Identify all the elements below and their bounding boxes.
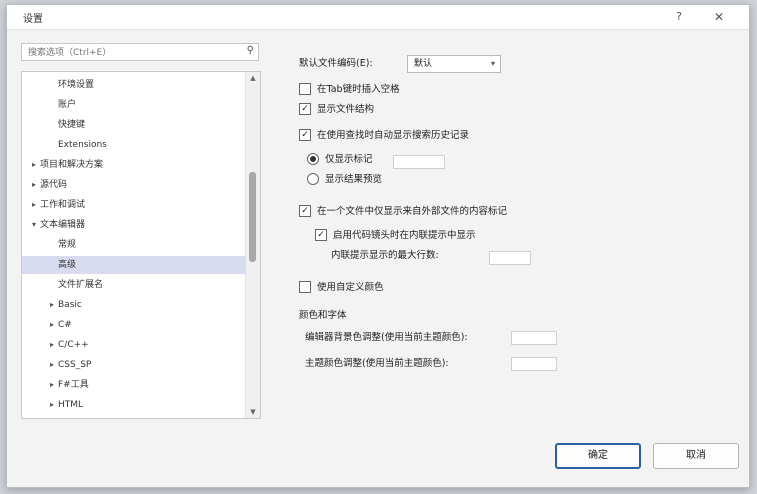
chevron-right-icon[interactable]: ▸ <box>46 396 58 414</box>
scroll-down-icon[interactable]: ▼ <box>246 406 260 418</box>
tree-item[interactable]: 常规 <box>22 236 260 254</box>
search-icon[interactable]: ⚲ <box>247 45 254 56</box>
tree-item[interactable]: ▸ 项目和解决方案 <box>22 156 250 174</box>
tree-item-label: 高级 <box>58 260 77 270</box>
markers-count-input[interactable] <box>393 155 445 169</box>
ok-button[interactable]: 确定 <box>555 443 641 469</box>
tree-item[interactable]: Extensions <box>22 136 260 154</box>
tree-item[interactable]: 高级 <box>22 256 260 274</box>
editor-bg-label: 编辑器背景色调整(使用当前主题颜色): <box>305 332 468 343</box>
tree-item-label: 工作和调试 <box>40 200 86 210</box>
tree-item-label: C# <box>58 320 72 330</box>
tree-item-label: 账户 <box>58 100 77 110</box>
tree-item[interactable]: ▸ F#工具 <box>22 376 260 394</box>
title-bar: 设置 ? ✕ <box>7 5 749 30</box>
tree-item-label: HTML <box>58 400 84 410</box>
scroll-up-icon[interactable]: ▲ <box>246 72 260 84</box>
tree-item[interactable]: ▸ 工作和调试 <box>22 196 250 214</box>
checkbox-file-structure[interactable]: ✓ <box>299 102 311 115</box>
tree-item-label: 常规 <box>58 240 77 250</box>
checkbox-inline-hints[interactable]: ✓ <box>315 228 327 241</box>
colors-group-title: 颜色和字体 <box>299 310 347 321</box>
checkbox-external-markers[interactable]: ✓ <box>299 204 311 217</box>
tree-item[interactable]: ▸ Basic <box>22 296 260 314</box>
checkbox-search-history[interactable]: ✓ <box>299 128 311 141</box>
chevron-right-icon[interactable]: ▸ <box>46 356 58 374</box>
theme-color-input[interactable] <box>511 357 557 371</box>
radio-preview[interactable]: 显示结果预览 <box>307 171 382 189</box>
encoding-select-value: 默认 <box>414 59 433 69</box>
tree-item[interactable]: ▸ CSS_SP <box>22 356 260 374</box>
chevron-right-icon[interactable]: ▸ <box>46 316 58 334</box>
tree-item-label: 文件扩展名 <box>58 280 104 290</box>
tree-item-label: Extensions <box>58 140 107 150</box>
inline-max-lines-input[interactable] <box>489 251 531 265</box>
tree-item-label: Basic <box>58 300 82 310</box>
search-input[interactable] <box>26 45 230 61</box>
radio-markers-only-button[interactable] <box>307 152 319 165</box>
inline-max-lines-label: 内联提示显示的最大行数: <box>331 250 439 261</box>
tree-item-label: 快捷键 <box>58 120 86 130</box>
tree-item-label: C/C++ <box>58 340 89 350</box>
theme-color-label: 主题颜色调整(使用当前主题颜色): <box>305 358 449 369</box>
tree-item[interactable]: 文件扩展名 <box>22 276 260 294</box>
radio-preview-button[interactable] <box>307 172 319 185</box>
checkbox-custom-colors[interactable] <box>299 280 311 293</box>
tree-item[interactable]: ▸ 源代码 <box>22 176 250 194</box>
tree-item-label: 环境设置 <box>58 80 95 90</box>
option-file-structure[interactable]: ✓ 显示文件结构 <box>299 101 374 119</box>
option-search-history[interactable]: ✓ 在使用查找时自动显示搜索历史记录 <box>299 127 469 145</box>
tree-item[interactable]: ▸ C# <box>22 316 260 334</box>
chevron-right-icon[interactable]: ▸ <box>46 336 58 354</box>
tree-item[interactable]: ▸ HTML <box>22 396 260 414</box>
tree-item[interactable]: 账户 <box>22 96 260 114</box>
option-custom-colors[interactable]: 使用自定义颜色 <box>299 279 384 297</box>
chevron-down-icon[interactable]: ▾ <box>28 216 40 234</box>
option-external-markers[interactable]: ✓ 在一个文件中仅显示来自外部文件的内容标记 <box>299 203 507 221</box>
chevron-right-icon[interactable]: ▸ <box>28 156 40 174</box>
tree-item-label: CSS_SP <box>58 360 92 370</box>
chevron-right-icon[interactable]: ▸ <box>28 196 40 214</box>
tree-item-label: 源代码 <box>40 180 68 190</box>
tree-scrollbar[interactable]: ▲ ▼ <box>245 72 260 418</box>
tree-item[interactable]: 快捷键 <box>22 116 260 134</box>
close-icon[interactable]: ✕ <box>705 8 733 26</box>
encoding-label: 默认文件编码(E): <box>299 58 373 69</box>
chevron-right-icon[interactable]: ▸ <box>46 296 58 314</box>
scroll-thumb[interactable] <box>249 172 256 262</box>
window-title: 设置 <box>23 14 43 25</box>
tree-item[interactable]: ▾ 文本编辑器 <box>22 216 250 234</box>
options-tree[interactable]: 环境设置 账户 快捷键 Extensions ▸ 项目和解决方案 ▸ 源代码 ▸ 工作和调试 ▾ 文本… <box>21 71 261 419</box>
radio-markers-only[interactable]: 仅显示标记 <box>307 151 373 169</box>
option-inline-hints[interactable]: ✓ 启用代码镜头时在内联提示中显示 <box>315 227 476 245</box>
tree-item[interactable]: ▸ C/C++ <box>22 336 260 354</box>
encoding-select[interactable]: 默认 ▾ <box>407 55 501 73</box>
option-tab-spaces[interactable]: 在Tab键时插入空格 <box>299 81 400 99</box>
tree-item-label: F#工具 <box>58 380 89 390</box>
checkbox-tab-spaces[interactable] <box>299 82 311 95</box>
chevron-down-icon: ▾ <box>490 59 495 68</box>
options-panel: 默认文件编码(E): 默认 ▾ 在Tab键时插入空格 ✓ 显示文件结构 ✓ 在使用查… <box>289 49 739 389</box>
tree-item-label: 项目和解决方案 <box>40 160 104 170</box>
settings-dialog: 设置 ? ✕ ⚲ 环境设置账户快捷键Extensions▸项目和解决方案▸源代码… <box>6 4 750 488</box>
chevron-right-icon[interactable]: ▸ <box>46 376 58 394</box>
search-box[interactable]: ⚲ <box>21 43 259 61</box>
help-icon[interactable]: ? <box>665 8 693 26</box>
chevron-right-icon[interactable]: ▸ <box>28 176 40 194</box>
editor-bg-input[interactable] <box>511 331 557 345</box>
cancel-button[interactable]: 取消 <box>653 443 739 469</box>
tree-item[interactable]: 环境设置 <box>22 76 260 94</box>
tree-item-label: 文本编辑器 <box>40 220 86 230</box>
